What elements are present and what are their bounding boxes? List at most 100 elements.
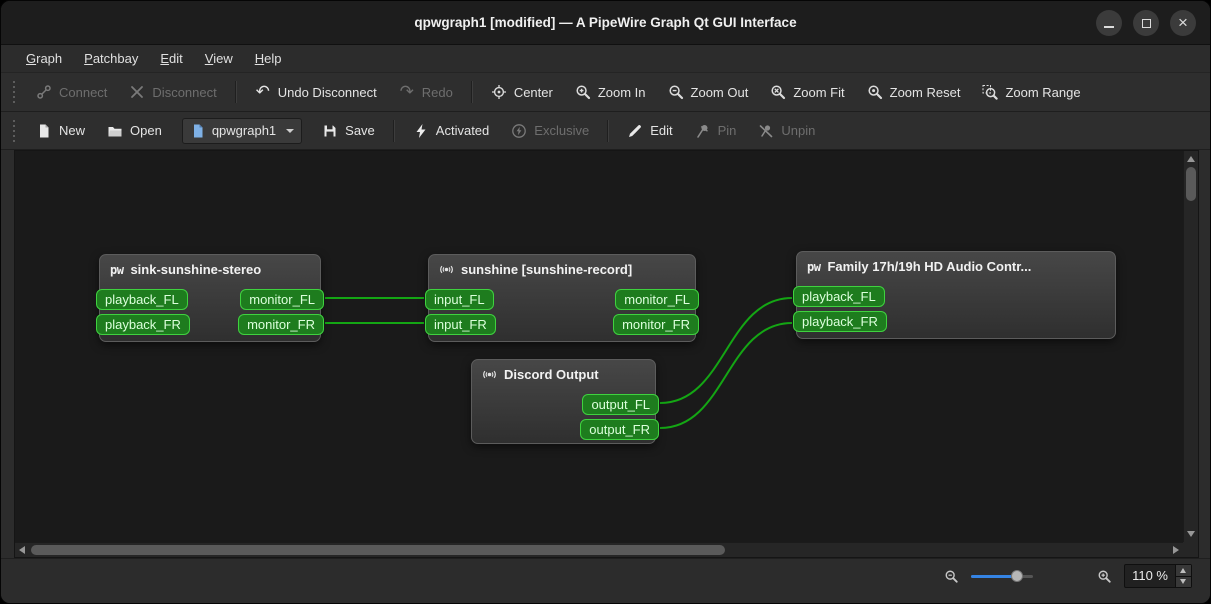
- zoom-range-button[interactable]: Zoom Range: [971, 77, 1091, 107]
- zoom-level-value: 110 %: [1132, 568, 1168, 583]
- scroll-right-arrow[interactable]: [1173, 546, 1179, 554]
- node-title: Family 17h/19h HD Audio Contr...: [827, 259, 1032, 274]
- media-node-icon: [482, 367, 497, 382]
- open-button[interactable]: Open: [96, 116, 173, 146]
- zoom-out-button[interactable]: Zoom Out: [657, 77, 760, 107]
- activated-toggle[interactable]: Activated: [402, 116, 500, 146]
- toolbar-separator: [392, 119, 395, 142]
- scroll-left-arrow[interactable]: [19, 546, 25, 554]
- zoom-range-icon: [982, 85, 999, 100]
- unpin-button[interactable]: Unpin: [747, 116, 826, 146]
- toolbar-handle[interactable]: [12, 119, 16, 142]
- node-family-hd-audio[interactable]: pw Family 17h/19h HD Audio Contr... playba…: [793, 251, 1116, 339]
- node-sunshine[interactable]: sunshine [sunshine-record] input_FL input_…: [425, 254, 699, 342]
- port-sunshine-input_FL[interactable]: input_FL: [425, 289, 494, 310]
- port-sink-sunshine-stereo-playback_FR[interactable]: playback_FR: [96, 314, 190, 335]
- patchbay-file-icon: [193, 124, 203, 137]
- connection-wires: [324, 296, 793, 429]
- vertical-scroll-thumb[interactable]: [1186, 167, 1196, 201]
- graph-view: pw sink-sunshine-stereo playback_FL playbac…: [14, 150, 1199, 558]
- port-sink-sunshine-stereo-monitor_FR[interactable]: monitor_FR: [238, 314, 324, 335]
- zoom-fit-button[interactable]: Zoom Fit: [759, 77, 855, 107]
- lightning-icon: [416, 123, 426, 138]
- unpin-label: Unpin: [781, 123, 816, 138]
- spin-up-button[interactable]: [1176, 565, 1191, 577]
- zoom-slider[interactable]: [971, 569, 1034, 583]
- pipewire-icon: pw: [110, 262, 124, 277]
- toolbar-separator: [234, 81, 237, 103]
- edit-label: Edit: [650, 123, 673, 138]
- open-label: Open: [130, 123, 162, 138]
- zoom-in-button[interactable]: Zoom In: [564, 77, 657, 107]
- port-sunshine-monitor_FR[interactable]: monitor_FR: [613, 314, 699, 335]
- node-title: Discord Output: [504, 367, 599, 382]
- zoom-reset-icon: [868, 85, 882, 100]
- graph-canvas[interactable]: pw sink-sunshine-stereo playback_FL playbac…: [15, 151, 1183, 542]
- zoom-level-spinbox[interactable]: 110 %: [1124, 564, 1192, 588]
- disconnect-button[interactable]: Disconnect: [118, 77, 227, 107]
- patchbay-combo-value: qpwgraph1: [211, 123, 277, 138]
- node-title: sink-sunshine-stereo: [130, 262, 262, 277]
- port-sunshine-input_FR[interactable]: input_FR: [425, 314, 496, 335]
- window-title: qpwgraph1 [modified] — A PipeWire Graph …: [414, 15, 797, 30]
- zoom-out-icon: [668, 85, 683, 100]
- media-node-icon: [439, 262, 454, 277]
- horizontal-scroll-thumb[interactable]: [31, 545, 725, 555]
- zoom-slider-handle[interactable]: [1011, 570, 1024, 582]
- maximize-icon: [1141, 18, 1151, 28]
- edit-button[interactable]: Edit: [616, 116, 683, 146]
- zoom-out-small-icon[interactable]: [944, 569, 959, 584]
- port-discord-output-output_FL[interactable]: output_FL: [582, 394, 659, 415]
- menu-help[interactable]: Help: [244, 46, 293, 71]
- redo-icon: ↷: [399, 82, 414, 101]
- menu-graph[interactable]: Graph: [15, 46, 73, 71]
- toolbar-handle[interactable]: [12, 81, 16, 103]
- spin-down-button[interactable]: [1176, 576, 1191, 587]
- maximize-button[interactable]: [1133, 10, 1159, 36]
- unpin-icon: [760, 124, 773, 137]
- center-label: Center: [513, 84, 553, 100]
- port-sink-sunshine-stereo-playback_FL[interactable]: playback_FL: [96, 289, 188, 310]
- save-button[interactable]: Save: [311, 116, 386, 146]
- zoom-in-small-icon[interactable]: [1097, 569, 1112, 584]
- new-button[interactable]: New: [25, 116, 96, 146]
- close-button[interactable]: [1170, 10, 1196, 36]
- vertical-scrollbar[interactable]: [1183, 151, 1198, 542]
- new-file-icon: [40, 124, 49, 137]
- pin-button[interactable]: Pin: [684, 116, 748, 146]
- minimize-button[interactable]: [1096, 10, 1122, 36]
- port-sunshine-monitor_FL[interactable]: monitor_FL: [615, 289, 699, 310]
- scroll-down-arrow[interactable]: [1187, 531, 1195, 537]
- zoom-range-label: Zoom Range: [1005, 84, 1081, 100]
- node-discord-output[interactable]: Discord Output output_FL output_FR: [471, 359, 659, 444]
- undo-label: Undo Disconnect: [277, 84, 377, 100]
- horizontal-scrollbar[interactable]: [15, 542, 1183, 557]
- zoom-fit-label: Zoom Fit: [793, 84, 845, 100]
- menu-edit[interactable]: Edit: [149, 46, 193, 71]
- node-sink-sunshine-stereo[interactable]: pw sink-sunshine-stereo playback_FLplaybac…: [96, 254, 324, 342]
- center-button[interactable]: Center: [480, 77, 564, 107]
- zoom-in-label: Zoom In: [597, 84, 646, 100]
- menu-view[interactable]: View: [194, 46, 244, 71]
- menu-patchbay[interactable]: Patchbay: [73, 46, 149, 71]
- zoom-reset-label: Zoom Reset: [889, 84, 961, 100]
- node-title: sunshine [sunshine-record]: [461, 262, 633, 277]
- port-family-hd-audio-playback_FR[interactable]: playback_FR: [793, 311, 887, 332]
- zoom-out-label: Zoom Out: [690, 84, 749, 100]
- open-folder-icon: [108, 126, 122, 136]
- connect-icon: [37, 85, 51, 99]
- port-discord-output-output_FR[interactable]: output_FR: [580, 419, 659, 440]
- scroll-up-arrow[interactable]: [1187, 156, 1195, 162]
- exclusive-toggle[interactable]: Exclusive: [500, 116, 600, 146]
- save-label: Save: [345, 123, 375, 138]
- port-sink-sunshine-stereo-monitor_FL[interactable]: monitor_FL: [240, 289, 324, 310]
- exclusive-icon: [512, 123, 527, 138]
- connect-button[interactable]: Connect: [25, 77, 118, 107]
- save-icon: [324, 125, 336, 136]
- redo-button[interactable]: ↷ Redo: [388, 77, 464, 107]
- patchbay-combo[interactable]: qpwgraph1: [181, 117, 303, 144]
- zoom-reset-button[interactable]: Zoom Reset: [856, 77, 972, 107]
- undo-disconnect-button[interactable]: ↶ Undo Disconnect: [244, 77, 388, 107]
- port-family-hd-audio-playback_FL[interactable]: playback_FL: [793, 286, 885, 307]
- pipewire-icon: pw: [807, 259, 821, 274]
